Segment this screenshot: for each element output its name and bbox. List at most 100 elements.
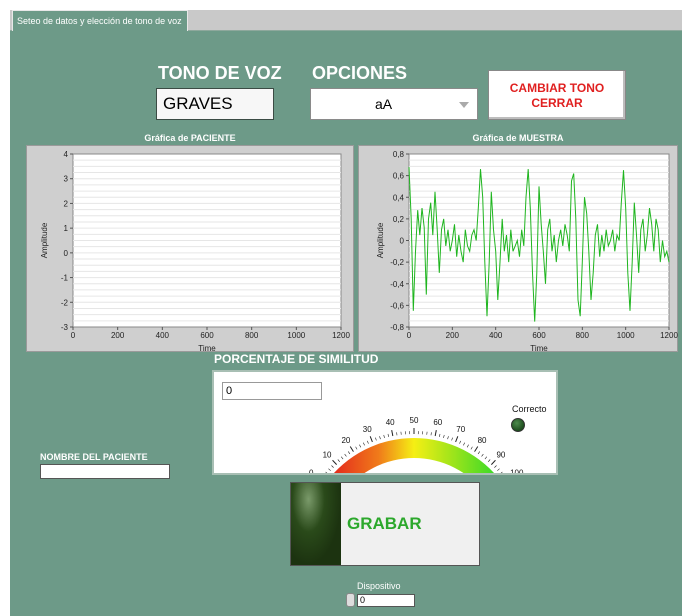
gauge-tick-label: 20 bbox=[341, 436, 350, 445]
tono-title: TONO DE VOZ bbox=[158, 63, 282, 83]
y-axis-label: Amplitude bbox=[376, 222, 385, 258]
chart-paciente-frame: 4 3 2 1 0 -1 -2 -3 0 200 400 600 800 1000 1200 Time Ampl… bbox=[26, 145, 354, 353]
gauge-tick bbox=[484, 456, 488, 460]
y-tick-label: -0,6 bbox=[390, 301, 404, 310]
gauge-tick bbox=[434, 430, 437, 437]
y-tick-label: 0,8 bbox=[393, 150, 405, 159]
gauge-tick bbox=[490, 459, 496, 465]
gauge-tick bbox=[359, 444, 362, 448]
x-tick-label: 0 bbox=[407, 331, 412, 340]
grabar-button[interactable]: GRABAR bbox=[290, 482, 480, 566]
gauge-dial: 0 10 20 30 40 50 60 70 80 90 100 bbox=[309, 416, 524, 473]
grabar-led bbox=[291, 483, 341, 565]
x-tick-label: 1000 bbox=[617, 331, 635, 340]
x-tick-label: 200 bbox=[111, 331, 125, 340]
chart-paciente-title: Gráfica de PACIENTE bbox=[144, 133, 236, 143]
x-tick-label: 1200 bbox=[332, 331, 350, 340]
chart-muestra-title: Gráfica de MUESTRA bbox=[472, 133, 564, 143]
y-tick-label: 1 bbox=[64, 224, 69, 233]
gauge-tick bbox=[481, 453, 484, 457]
gauge-tick bbox=[331, 465, 334, 468]
gauge-tick bbox=[487, 459, 491, 462]
gauge-tick bbox=[355, 446, 358, 450]
gauge-tick bbox=[439, 433, 441, 437]
patient-label: NOMBRE DEL PACIENTE bbox=[40, 452, 148, 462]
gauge-tick bbox=[325, 471, 328, 473]
gauge-tick bbox=[474, 446, 479, 452]
gauge-tick bbox=[337, 459, 341, 462]
gauge-title: PORCENTAJE DE SIMILITUD bbox=[214, 352, 379, 366]
y-tick-label: -0,4 bbox=[390, 280, 404, 289]
gauge-tick bbox=[477, 451, 481, 455]
gauge-tick-label: 60 bbox=[433, 418, 442, 427]
gauge-tick bbox=[347, 451, 351, 455]
gauge-tick-label: 90 bbox=[496, 450, 505, 459]
device-stepper[interactable] bbox=[346, 593, 355, 607]
y-tick-label: 0,2 bbox=[393, 215, 405, 224]
gauge-tick bbox=[379, 436, 381, 440]
y-tick-label: -3 bbox=[61, 323, 69, 332]
x-tick-label: 0 bbox=[71, 331, 76, 340]
y-tick-label: 4 bbox=[64, 150, 69, 159]
x-tick-label: 1200 bbox=[660, 331, 678, 340]
chart-muestra: 0,80,60,40,20-0,2-0,4-0,6-0,80 200 400 600 8… bbox=[376, 150, 678, 353]
tab-seteo[interactable]: Seteo de datos y elección de tono de voz bbox=[12, 10, 188, 32]
cambiar-tono-button[interactable]: CAMBIAR TONO CERRAR bbox=[488, 70, 626, 120]
gauge-tick-label: 30 bbox=[363, 425, 372, 434]
gauge-tick bbox=[391, 430, 394, 437]
gauge-tick-label: 70 bbox=[456, 425, 465, 434]
x-axis-label: Time bbox=[530, 344, 548, 353]
x-tick-label: 800 bbox=[576, 331, 590, 340]
cambiar-tono-label: CAMBIAR TONO bbox=[509, 81, 605, 95]
gauge-tick bbox=[349, 446, 354, 452]
gauge-tick-label: 100 bbox=[510, 468, 524, 473]
gauge-tick bbox=[466, 444, 469, 448]
y-tick-label: -2 bbox=[61, 298, 69, 307]
gauge-tick-label: 10 bbox=[323, 450, 332, 459]
gauge-tick bbox=[443, 434, 445, 438]
gauge-tick bbox=[497, 468, 500, 471]
x-tick-label: 400 bbox=[489, 331, 503, 340]
gauge-tick bbox=[459, 440, 462, 444]
x-tick-label: 600 bbox=[532, 331, 546, 340]
x-tick-label: 600 bbox=[200, 331, 214, 340]
gauge-tick bbox=[328, 468, 331, 471]
gauge-tick bbox=[455, 436, 459, 443]
device-input[interactable]: 0 bbox=[357, 594, 415, 607]
opciones-select[interactable]: aA bbox=[310, 88, 478, 120]
y-tick-label: 0 bbox=[64, 249, 69, 258]
y-tick-label: -0,2 bbox=[390, 258, 404, 267]
gauge-tick bbox=[332, 459, 338, 465]
gauge-tick bbox=[363, 442, 365, 446]
gauge-tick-label: 40 bbox=[386, 418, 395, 427]
device-label: Dispositivo bbox=[357, 581, 401, 591]
gauge-tick bbox=[451, 437, 453, 441]
gauge-tick bbox=[447, 436, 449, 440]
gauge-tick-label: 80 bbox=[478, 436, 487, 445]
tono-value-field[interactable]: GRAVES bbox=[156, 88, 274, 120]
x-tick-label: 800 bbox=[245, 331, 259, 340]
y-tick-label: 3 bbox=[64, 175, 69, 184]
x-tick-label: 1000 bbox=[287, 331, 305, 340]
chart-paciente: 43210-1-2-30 200 400 600 800 1000 1200TimeAmpl… bbox=[40, 150, 350, 353]
correcto-led bbox=[511, 418, 525, 432]
gauge-panel: 0 0 10 20 30 40 50 60 70 80 90 100 Correcto bbox=[212, 370, 558, 475]
patient-name-input[interactable] bbox=[40, 464, 170, 479]
gauge-tick bbox=[383, 434, 385, 438]
gauge-tick bbox=[366, 440, 369, 444]
gauge-color-band bbox=[334, 437, 494, 473]
x-tick-label: 200 bbox=[446, 331, 460, 340]
gauge-tick bbox=[470, 446, 473, 450]
gauge-tick bbox=[463, 442, 465, 446]
x-tick-label: 400 bbox=[156, 331, 170, 340]
y-tick-label: -1 bbox=[61, 274, 69, 283]
gauge-tick-label: 50 bbox=[410, 416, 419, 425]
gauge-tick bbox=[375, 437, 377, 441]
chevron-down-icon[interactable] bbox=[459, 102, 469, 108]
y-tick-label: 0,6 bbox=[393, 172, 405, 181]
grabar-label: GRABAR bbox=[341, 483, 479, 565]
opciones-selected-value: aA bbox=[374, 96, 393, 112]
gauge-tick bbox=[387, 433, 389, 437]
y-tick-label: -0,8 bbox=[390, 323, 404, 332]
y-tick-label: 0 bbox=[400, 237, 405, 246]
